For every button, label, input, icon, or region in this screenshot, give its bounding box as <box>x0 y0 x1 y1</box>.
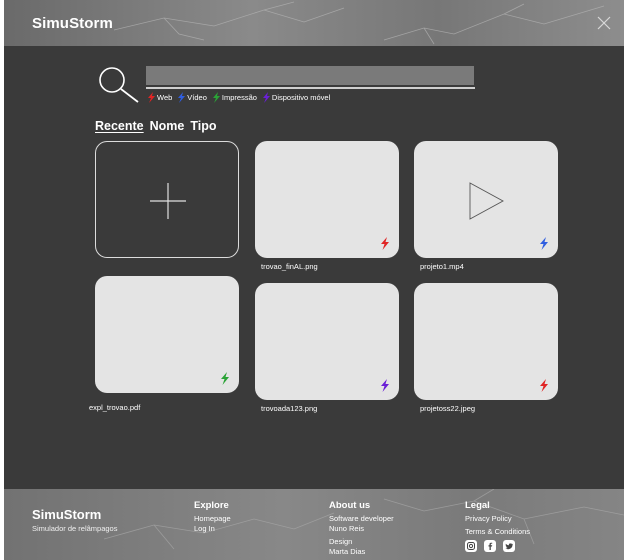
footer-explore: Explore Homepage Log In <box>194 500 231 535</box>
lightning-icon <box>540 379 548 392</box>
add-file-button[interactable] <box>95 141 239 258</box>
footer-legal: Legal Privacy Policy Terms & Conditions <box>465 500 530 552</box>
footer-text: Nuno Reis <box>329 524 365 533</box>
footer: SimuStorm Simulador de relâmpagos Explor… <box>4 489 624 560</box>
filter-video[interactable]: Vídeo <box>178 92 207 103</box>
sort-tab-recent[interactable]: Recente <box>95 119 144 133</box>
lightning-icon <box>540 237 548 250</box>
file-name: trovoada123.png <box>261 404 318 413</box>
instagram-icon[interactable] <box>465 540 477 552</box>
footer-link-terms[interactable]: Terms & Conditions <box>465 528 530 536</box>
lightning-icon <box>148 92 155 103</box>
footer-brand: SimuStorm <box>32 507 102 522</box>
lightning-icon <box>381 237 389 250</box>
app-window: SimuStorm Web Vídeo Impressão Dispositiv… <box>4 0 624 560</box>
search-underline <box>146 87 475 89</box>
footer-text: Design <box>329 537 353 546</box>
filter-web[interactable]: Web <box>148 92 172 103</box>
search-icon[interactable] <box>96 67 144 107</box>
file-card[interactable] <box>414 141 558 258</box>
play-icon <box>469 182 504 220</box>
sort-tabs: Recente Nome Tipo <box>95 119 217 133</box>
lightning-icon <box>381 379 389 392</box>
filter-label: Dispositivo móvel <box>271 93 331 102</box>
file-name: expl_trovao.pdf <box>89 403 141 412</box>
header: SimuStorm <box>4 0 624 46</box>
filter-print[interactable]: Impressão <box>212 92 257 103</box>
footer-heading: Legal <box>465 500 490 511</box>
file-name: projetoss22.jpeg <box>420 404 476 413</box>
footer-link-login[interactable]: Log In <box>194 525 231 533</box>
filter-mobile[interactable]: Dispositivo móvel <box>262 92 331 103</box>
file-name: projeto1.mp4 <box>420 262 464 271</box>
footer-text: Software developer <box>329 514 394 523</box>
file-name: trovao_finAL.png <box>261 262 318 271</box>
file-card[interactable] <box>255 283 399 400</box>
close-button[interactable] <box>596 15 612 31</box>
close-icon <box>597 16 611 30</box>
twitter-icon[interactable] <box>503 540 515 552</box>
social-links <box>465 540 530 552</box>
file-card[interactable] <box>414 283 558 400</box>
sort-tab-type[interactable]: Tipo <box>190 119 216 133</box>
footer-tagline: Simulador de relâmpagos <box>32 524 118 533</box>
lightning-icon <box>221 372 229 385</box>
footer-link-privacy[interactable]: Privacy Policy <box>465 515 530 523</box>
filter-label: Impressão <box>221 93 257 102</box>
footer-heading: Explore <box>194 500 229 511</box>
footer-heading: About us <box>329 500 371 511</box>
file-card[interactable] <box>255 141 399 258</box>
filter-label: Vídeo <box>187 93 207 102</box>
file-card[interactable] <box>95 276 239 393</box>
app-brand[interactable]: SimuStorm <box>32 15 113 32</box>
search-input[interactable] <box>146 66 474 85</box>
lightning-icon <box>178 92 186 103</box>
lightning-icon <box>212 92 220 103</box>
type-filters: Web Vídeo Impressão Dispositivo móvel <box>148 92 330 103</box>
footer-link-homepage[interactable]: Homepage <box>194 515 231 523</box>
plus-icon <box>150 183 186 219</box>
lightning-icon <box>262 92 270 103</box>
footer-text: Marta Dias <box>329 547 366 556</box>
filter-label: Web <box>157 93 173 102</box>
facebook-icon[interactable] <box>484 540 496 552</box>
sort-tab-name[interactable]: Nome <box>150 119 185 133</box>
footer-about: About us Software developer Nuno Reis De… <box>329 500 394 558</box>
